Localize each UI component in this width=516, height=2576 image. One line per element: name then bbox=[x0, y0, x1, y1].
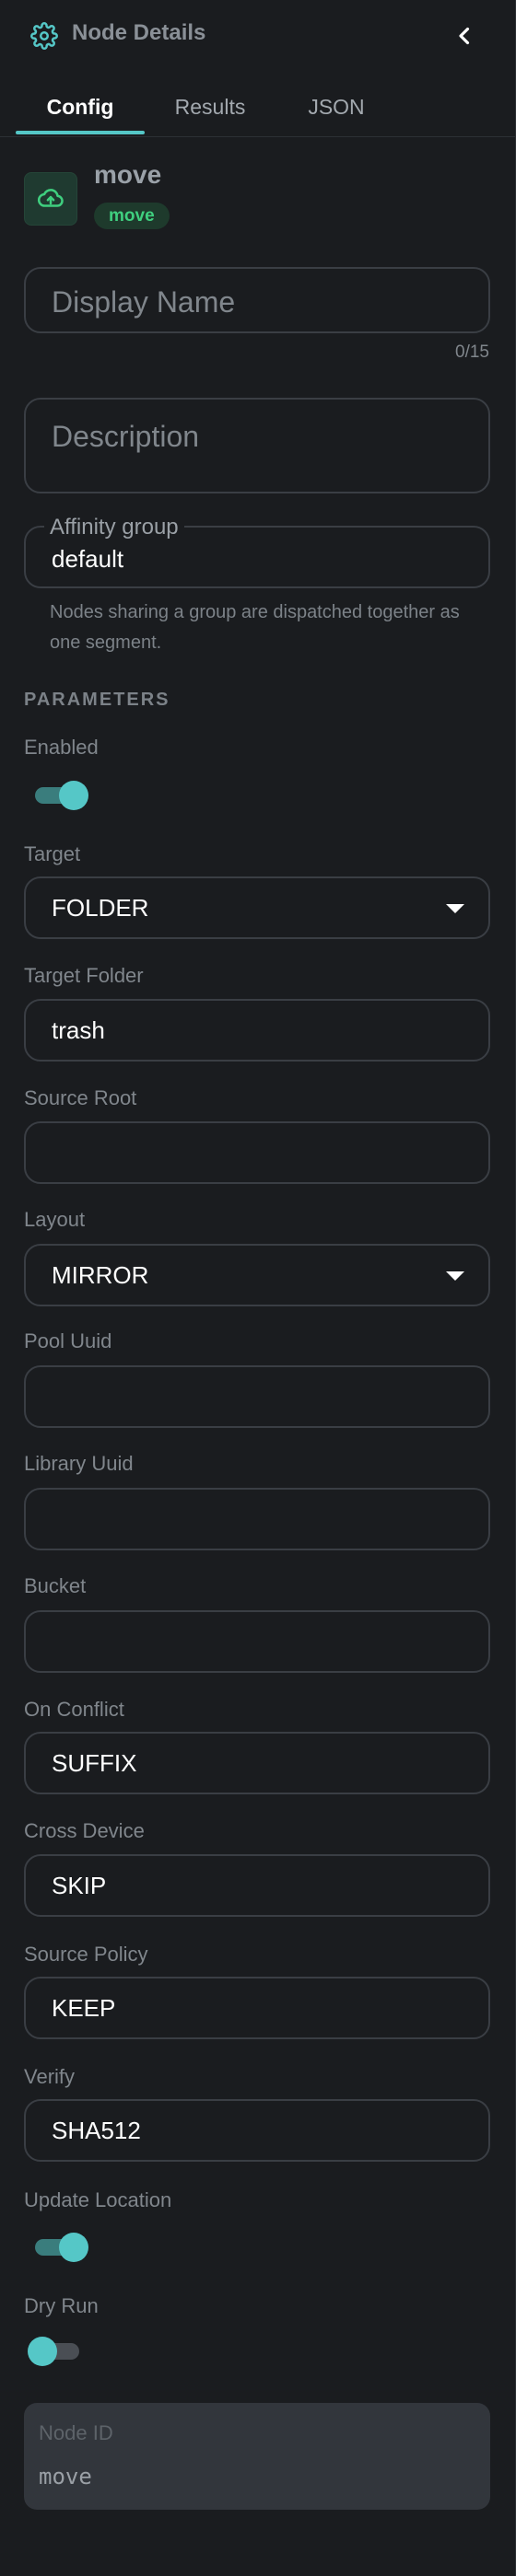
cross-device-label: Cross Device bbox=[24, 1819, 145, 1842]
display-name-field[interactable]: Display Name bbox=[24, 267, 490, 333]
display-name-placeholder: Display Name bbox=[52, 285, 236, 319]
cross-device-input[interactable]: SKIP bbox=[24, 1854, 490, 1917]
verify-input[interactable]: SHA512 bbox=[24, 2099, 490, 2162]
node-id-label: Node ID bbox=[39, 2421, 113, 2444]
node-id-value: move bbox=[39, 2464, 92, 2489]
affinity-group-field[interactable]: Affinity group default bbox=[24, 515, 490, 588]
node-id-box: Node ID move bbox=[24, 2403, 490, 2510]
cloud-upload-icon bbox=[37, 189, 64, 207]
source-root-input[interactable] bbox=[24, 1121, 490, 1184]
source-policy-label: Source Policy bbox=[24, 1943, 148, 1966]
enabled-label: Enabled bbox=[24, 736, 99, 759]
target-select[interactable]: FOLDER bbox=[24, 876, 490, 939]
source-root-label: Source Root bbox=[24, 1086, 137, 1109]
panel-title: Node Details bbox=[72, 20, 206, 45]
layout-value: MIRROR bbox=[52, 1261, 149, 1289]
toggle-knob bbox=[28, 2337, 57, 2366]
parameters-heading: PARAMETERS bbox=[24, 690, 170, 710]
panel-header: Node Details bbox=[0, 0, 515, 74]
active-tab-indicator bbox=[16, 131, 145, 134]
source-policy-value: KEEP bbox=[52, 1994, 116, 2022]
on-conflict-label: On Conflict bbox=[24, 1698, 124, 1721]
tab-json[interactable]: JSON bbox=[276, 77, 396, 136]
update-location-label: Update Location bbox=[24, 2188, 172, 2211]
target-folder-label: Target Folder bbox=[24, 964, 144, 987]
dry-run-toggle[interactable] bbox=[28, 2337, 79, 2366]
chevron-left-icon[interactable] bbox=[452, 20, 479, 52]
library-uuid-label: Library Uuid bbox=[24, 1452, 134, 1475]
source-policy-input[interactable]: KEEP bbox=[24, 1977, 490, 2039]
node-type-badge: move bbox=[94, 203, 170, 229]
tab-results[interactable]: Results bbox=[155, 77, 265, 136]
bucket-input[interactable] bbox=[24, 1610, 490, 1673]
tab-config[interactable]: Config bbox=[16, 77, 145, 136]
verify-label: Verify bbox=[24, 2065, 76, 2088]
toggle-knob bbox=[59, 781, 88, 810]
layout-label: Layout bbox=[24, 1208, 86, 1231]
pool-uuid-label: Pool Uuid bbox=[24, 1329, 112, 1352]
node-name: move bbox=[94, 160, 162, 189]
on-conflict-input[interactable]: SUFFIX bbox=[24, 1732, 490, 1794]
on-conflict-value: SUFFIX bbox=[52, 1749, 137, 1777]
caret-down-icon bbox=[446, 904, 464, 913]
toggle-knob bbox=[59, 2233, 88, 2262]
display-name-counter: 0/15 bbox=[455, 342, 489, 362]
caret-down-icon bbox=[446, 1271, 464, 1281]
affinity-group-value: default bbox=[52, 545, 124, 573]
layout-select[interactable]: MIRROR bbox=[24, 1244, 490, 1306]
node-details-panel: Node Details Config Results JSON move mo… bbox=[0, 0, 516, 2576]
verify-value: SHA512 bbox=[52, 2117, 141, 2144]
target-folder-value: trash bbox=[52, 1016, 105, 1044]
affinity-group-helper: Nodes sharing a group are dispatched tog… bbox=[50, 602, 460, 653]
description-field[interactable]: Description bbox=[24, 398, 490, 493]
pool-uuid-input[interactable] bbox=[24, 1365, 490, 1428]
update-location-toggle[interactable] bbox=[35, 2233, 88, 2262]
gear-icon bbox=[30, 22, 58, 50]
target-label: Target bbox=[24, 842, 81, 865]
bucket-label: Bucket bbox=[24, 1574, 87, 1597]
dry-run-label: Dry Run bbox=[24, 2294, 99, 2317]
description-placeholder: Description bbox=[52, 420, 200, 453]
target-folder-input[interactable]: trash bbox=[24, 999, 490, 1062]
node-type-icon bbox=[24, 172, 77, 226]
target-value: FOLDER bbox=[52, 894, 149, 922]
cross-device-value: SKIP bbox=[52, 1872, 107, 1899]
enabled-toggle[interactable] bbox=[35, 781, 88, 810]
tab-bar: Config Results JSON bbox=[0, 77, 515, 137]
library-uuid-input[interactable] bbox=[24, 1488, 490, 1550]
